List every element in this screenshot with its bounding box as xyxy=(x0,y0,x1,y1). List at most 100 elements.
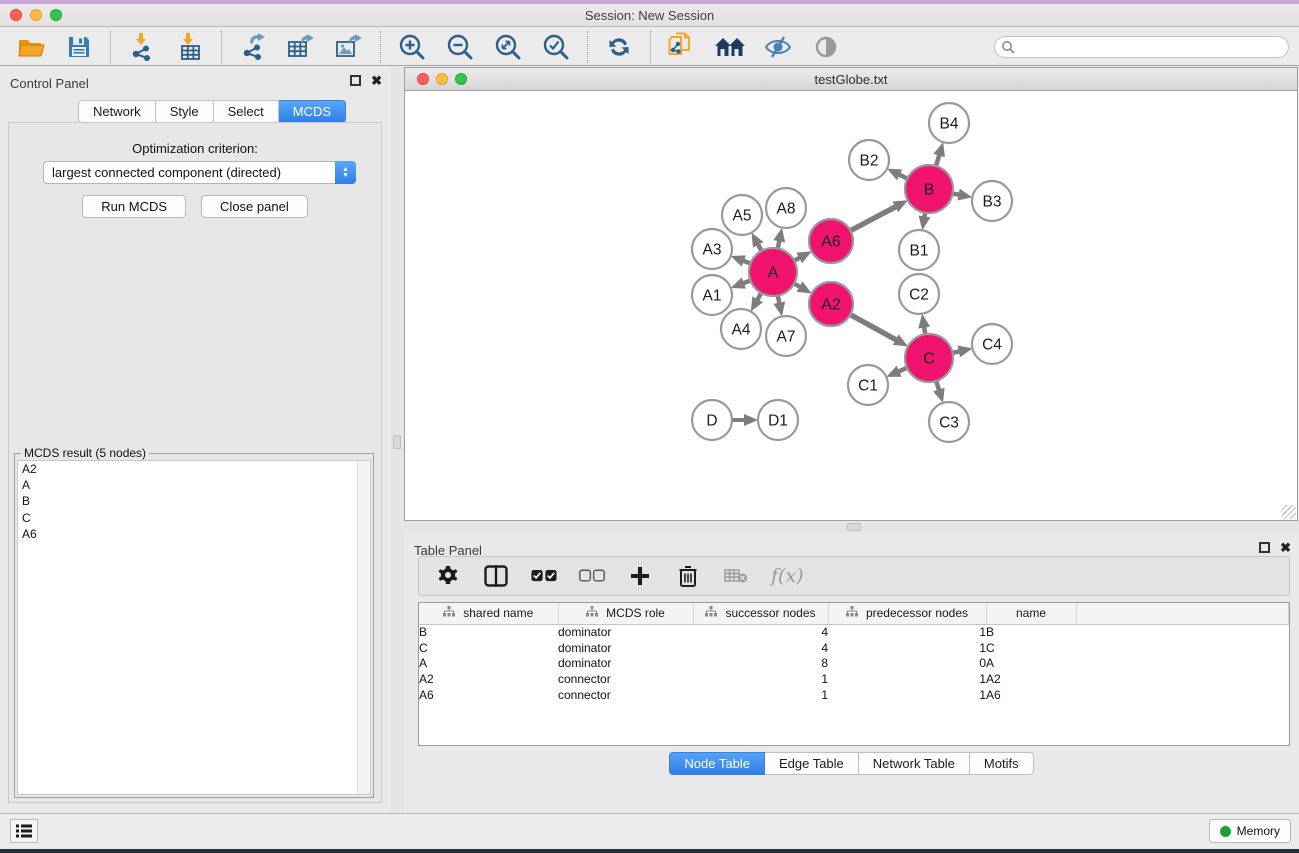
result-scrollbar[interactable] xyxy=(357,461,370,794)
home-icon[interactable] xyxy=(713,32,747,62)
refresh-icon[interactable] xyxy=(602,32,636,62)
svg-text:C: C xyxy=(923,351,935,368)
column-header-successor-nodes[interactable]: successor nodes xyxy=(693,603,828,624)
horizontal-splitter[interactable] xyxy=(404,521,1299,534)
duplicate-network-icon[interactable] xyxy=(665,32,699,62)
graph-node-C2[interactable]: C2 xyxy=(899,274,939,314)
vertical-splitter[interactable] xyxy=(391,67,404,813)
svg-text:A1: A1 xyxy=(703,288,722,305)
criterion-select[interactable]: largest connected component (directed) ▲… xyxy=(43,161,356,184)
tab-style[interactable]: Style xyxy=(156,100,214,123)
graph-node-A2[interactable]: A2 xyxy=(809,282,853,326)
function-builder-icon[interactable]: f(x) xyxy=(771,565,804,587)
column-header-MCDS-role[interactable]: MCDS role xyxy=(558,603,693,624)
deselect-all-icon[interactable] xyxy=(579,563,605,589)
graph-node-A4[interactable]: A4 xyxy=(721,309,761,349)
svg-text:A8: A8 xyxy=(777,201,796,218)
search-icon xyxy=(1001,40,1015,59)
zoom-in-icon[interactable] xyxy=(395,32,429,62)
graph-node-A7[interactable]: A7 xyxy=(766,316,806,356)
graph-node-C[interactable]: C xyxy=(905,334,953,382)
mcds-result-title: MCDS result (5 nodes) xyxy=(21,446,149,460)
graph-node-B2[interactable]: B2 xyxy=(849,140,889,180)
result-item[interactable]: A6 xyxy=(18,526,370,542)
run-mcds-button[interactable]: Run MCDS xyxy=(82,195,186,218)
network-view-window: testGlobe.txt A A1 A3 A4 A5 A7 A8 A6 A2 B B1 B2 B3 B4… xyxy=(404,67,1298,521)
mcds-result-list[interactable]: A2ABCA6 xyxy=(17,460,371,795)
zoom-out-icon[interactable] xyxy=(443,32,477,62)
graph-node-A1[interactable]: A1 xyxy=(692,275,732,315)
splitter-grip[interactable] xyxy=(847,523,861,531)
close-panel-icon[interactable]: ✖ xyxy=(371,75,382,86)
tab-network[interactable]: Network xyxy=(78,100,156,123)
zoom-selected-icon[interactable] xyxy=(539,32,573,62)
tab-network-table[interactable]: Network Table xyxy=(859,752,970,775)
column-header-name[interactable]: name xyxy=(986,603,1076,624)
column-header-predecessor-nodes[interactable]: predecessor nodes xyxy=(828,603,986,624)
graph-node-B1[interactable]: B1 xyxy=(899,230,939,270)
save-session-icon[interactable] xyxy=(62,32,96,62)
close-panel-icon[interactable]: ✖ xyxy=(1280,542,1291,553)
tab-node-table[interactable]: Node Table xyxy=(669,752,765,775)
svg-text:C1: C1 xyxy=(858,378,878,395)
import-network-icon[interactable] xyxy=(125,32,159,62)
export-table-icon[interactable] xyxy=(284,32,318,62)
table-row[interactable]: A2connector11A2 xyxy=(419,671,1289,687)
table-row[interactable]: Bdominator41B xyxy=(419,624,1289,640)
float-panel-icon[interactable] xyxy=(350,75,361,86)
zoom-fit-icon[interactable] xyxy=(491,32,525,62)
add-column-icon[interactable] xyxy=(627,563,653,589)
task-history-button[interactable] xyxy=(10,819,38,843)
tab-select[interactable]: Select xyxy=(214,100,279,123)
window-resize-grip[interactable] xyxy=(1282,505,1296,519)
export-network-icon[interactable] xyxy=(236,32,270,62)
graph-node-C3[interactable]: C3 xyxy=(929,402,969,442)
graph-node-D[interactable]: D xyxy=(692,400,732,440)
graph-node-B4[interactable]: B4 xyxy=(929,103,969,143)
delete-table-icon[interactable] xyxy=(723,563,749,589)
splitter-grip[interactable] xyxy=(393,435,401,449)
app-window: Session: New Session xyxy=(0,4,1299,849)
export-image-icon[interactable] xyxy=(332,32,366,62)
svg-text:B4: B4 xyxy=(940,116,959,133)
table-row[interactable]: Cdominator41C xyxy=(419,640,1289,656)
import-table-icon[interactable] xyxy=(173,32,207,62)
select-all-icon[interactable] xyxy=(531,563,557,589)
column-layout-icon[interactable] xyxy=(483,563,509,589)
result-item[interactable]: C xyxy=(18,510,370,526)
node-table[interactable]: shared nameMCDS rolesuccessor nodesprede… xyxy=(418,602,1290,746)
result-item[interactable]: A2 xyxy=(18,461,370,477)
hide-panels-icon[interactable] xyxy=(761,32,795,62)
graph-node-A6[interactable]: A6 xyxy=(809,219,853,263)
graph-node-A3[interactable]: A3 xyxy=(692,229,732,269)
column-type-icon xyxy=(705,606,717,620)
graph-node-A5[interactable]: A5 xyxy=(722,195,762,235)
graph-node-C4[interactable]: C4 xyxy=(972,324,1012,364)
graph-node-A8[interactable]: A8 xyxy=(766,188,806,228)
svg-text:C4: C4 xyxy=(982,337,1002,354)
column-type-icon xyxy=(586,606,598,620)
tab-mcds[interactable]: MCDS xyxy=(279,100,346,123)
settings-gear-icon[interactable] xyxy=(435,563,461,589)
delete-rows-icon[interactable] xyxy=(675,563,701,589)
graph-node-B3[interactable]: B3 xyxy=(972,181,1012,221)
close-panel-button[interactable]: Close panel xyxy=(201,195,308,218)
search-input[interactable] xyxy=(994,36,1289,58)
graph-node-D1[interactable]: D1 xyxy=(758,400,798,440)
table-row[interactable]: A6connector11A6 xyxy=(419,687,1289,703)
memory-button[interactable]: Memory xyxy=(1209,819,1291,843)
show-panels-icon[interactable] xyxy=(809,32,843,62)
result-item[interactable]: B xyxy=(18,493,370,509)
table-row[interactable]: Adominator80A xyxy=(419,656,1289,672)
graph-node-B[interactable]: B xyxy=(905,165,953,213)
float-panel-icon[interactable] xyxy=(1259,542,1270,553)
graph-node-A[interactable]: A xyxy=(749,248,797,296)
network-window-titlebar[interactable]: testGlobe.txt xyxy=(405,68,1297,91)
result-item[interactable]: A xyxy=(18,477,370,493)
tab-motifs[interactable]: Motifs xyxy=(970,752,1034,775)
network-graph-canvas[interactable]: A A1 A3 A4 A5 A7 A8 A6 A2 B B1 B2 B3 B4 C C1 C2 C3 C4 D D1 xyxy=(405,91,1297,521)
column-header-shared-name[interactable]: shared name xyxy=(419,603,558,624)
tab-edge-table[interactable]: Edge Table xyxy=(765,752,859,775)
graph-node-C1[interactable]: C1 xyxy=(848,365,888,405)
open-session-icon[interactable] xyxy=(14,32,48,62)
